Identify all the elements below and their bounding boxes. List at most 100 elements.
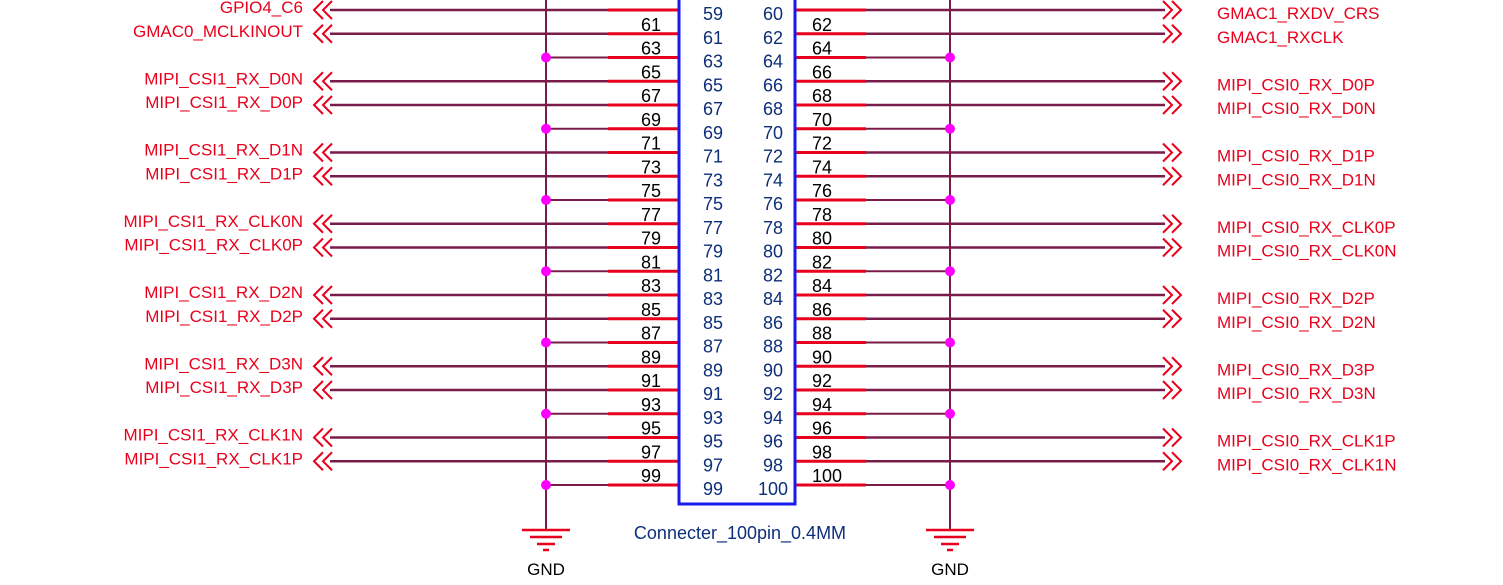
pin-number-left: 69 xyxy=(703,123,723,143)
left-net-label: MIPI_CSI1_RX_CLK0N xyxy=(123,212,303,231)
right-net-label: GMAC1_RXDV_CRS xyxy=(1217,4,1380,23)
left-net-label: MIPI_CSI1_RX_CLK0P xyxy=(124,236,303,255)
pin-number-left: 83 xyxy=(703,289,723,309)
wire-number-left: 97 xyxy=(641,442,661,462)
pin-number-right: 62 xyxy=(763,28,783,48)
wire-number-left: 85 xyxy=(641,300,661,320)
right-net-label: GMAC1_RXCLK xyxy=(1217,28,1344,47)
pin-number-right: 88 xyxy=(763,337,783,357)
wire-number-right: 88 xyxy=(812,324,832,344)
wire-number-left: 71 xyxy=(641,134,661,154)
junction-dot xyxy=(541,266,551,277)
right-net-label: MIPI_CSI0_RX_D1P xyxy=(1217,147,1375,166)
junction-dot xyxy=(541,480,551,490)
wire-number-left: 67 xyxy=(641,86,661,106)
wire-number-left: 83 xyxy=(641,276,661,296)
wire-number-right: 62 xyxy=(812,15,832,35)
wire-number-left: 81 xyxy=(641,252,661,272)
wire-number-left: 91 xyxy=(641,371,661,391)
left-net-label: MIPI_CSI1_RX_CLK1P xyxy=(124,449,303,468)
left-net-label: MIPI_CSI1_RX_D3N xyxy=(144,354,303,373)
left-net-label: MIPI_CSI1_RX_D0N xyxy=(144,69,303,88)
pin-number-left: 97 xyxy=(703,455,723,475)
wire-number-right: 78 xyxy=(812,205,832,225)
pin-number-right: 98 xyxy=(763,455,783,475)
wire-number-right: 96 xyxy=(812,419,832,439)
wire-number-right: 76 xyxy=(812,181,832,201)
right-net-label: MIPI_CSI0_RX_CLK0N xyxy=(1217,242,1397,261)
wire-number-right: 90 xyxy=(812,347,832,367)
left-gnd-label: GND xyxy=(527,560,565,579)
wire-number-left: 63 xyxy=(641,39,661,59)
wire-number-left: 69 xyxy=(641,110,661,130)
pin-number-left: 89 xyxy=(703,360,723,380)
left-net-label: MIPI_CSI1_RX_D3P xyxy=(145,378,303,397)
pin-number-left: 63 xyxy=(703,52,723,72)
right-net-label: MIPI_CSI0_RX_CLK1P xyxy=(1217,432,1396,451)
pin-number-left: 59 xyxy=(703,4,723,24)
schematic-canvas: GPIO4_C6 GMAC1_RXDV_CRS 59 60 GMAC0_MCLKINOU… xyxy=(0,0,1503,585)
wire-number-right: 68 xyxy=(812,86,832,106)
pin-number-right: 86 xyxy=(763,313,783,333)
pin-number-left: 75 xyxy=(703,194,723,214)
right-net-label: MIPI_CSI0_RX_D3N xyxy=(1217,384,1376,403)
wire-number-left: 89 xyxy=(641,347,661,367)
pin-number-right: 74 xyxy=(763,170,783,190)
wire-number-left: 77 xyxy=(641,205,661,225)
wire-number-left: 95 xyxy=(641,419,661,439)
left-net-label: GPIO4_C6 xyxy=(220,0,303,17)
pin-number-right: 72 xyxy=(763,147,783,167)
pin-number-right: 90 xyxy=(763,360,783,380)
wire-number-left: 87 xyxy=(641,324,661,344)
left-net-label: MIPI_CSI1_RX_D0P xyxy=(145,93,303,112)
pin-number-left: 65 xyxy=(703,75,723,95)
pin-number-right: 66 xyxy=(763,75,783,95)
pin-number-left: 93 xyxy=(703,408,723,428)
junction-dot xyxy=(541,195,551,205)
pin-number-left: 81 xyxy=(703,265,723,285)
left-net-label: GMAC0_MCLKINOUT xyxy=(133,22,303,41)
pin-number-right: 60 xyxy=(763,4,783,24)
wire-number-right: 84 xyxy=(812,276,832,296)
pin-number-left: 61 xyxy=(703,28,723,48)
wire-number-left: 61 xyxy=(641,15,661,35)
pin-number-right: 94 xyxy=(763,408,783,428)
right-net-label: MIPI_CSI0_RX_D3P xyxy=(1217,360,1375,379)
right-net-label: MIPI_CSI0_RX_D1N xyxy=(1217,170,1376,189)
right-net-label: MIPI_CSI0_RX_D0N xyxy=(1217,99,1376,118)
right-net-label: MIPI_CSI0_RX_D2P xyxy=(1217,289,1375,308)
wire-number-right: 100 xyxy=(812,466,842,486)
right-net-label: MIPI_CSI0_RX_CLK0P xyxy=(1217,218,1396,237)
right-net-label: MIPI_CSI0_RX_D0P xyxy=(1217,75,1375,94)
junction-dot xyxy=(541,408,551,419)
pin-number-left: 79 xyxy=(703,242,723,262)
wire-number-right: 98 xyxy=(812,442,832,462)
wire-number-left: 99 xyxy=(641,466,661,486)
left-net-label: MIPI_CSI1_RX_D1P xyxy=(145,164,303,183)
pin-number-right: 70 xyxy=(763,123,783,143)
pin-number-right: 80 xyxy=(763,242,783,262)
pin-number-right: 68 xyxy=(763,99,783,119)
pin-number-left: 99 xyxy=(703,479,723,499)
wire-number-left: 73 xyxy=(641,157,661,177)
junction-dot xyxy=(541,52,551,63)
wire-number-left: 75 xyxy=(641,181,661,201)
pin-number-left: 77 xyxy=(703,218,723,238)
wire-number-right: 86 xyxy=(812,300,832,320)
pin-number-left: 91 xyxy=(703,384,723,404)
connector-schematic: GPIO4_C6 GMAC1_RXDV_CRS 59 60 GMAC0_MCLKINOU… xyxy=(123,0,1397,579)
left-net-label: MIPI_CSI1_RX_D1N xyxy=(144,141,303,160)
wire-number-right: 72 xyxy=(812,134,832,154)
wire-number-left: 79 xyxy=(641,229,661,249)
pin-number-right: 78 xyxy=(763,218,783,238)
wire-number-right: 92 xyxy=(812,371,832,391)
labels-layer: GPIO4_C6 GMAC1_RXDV_CRS 59 60 GMAC0_MCLKINOU… xyxy=(123,0,1396,579)
ground-icon xyxy=(926,528,974,552)
wire-number-right: 80 xyxy=(812,229,832,249)
pin-number-left: 67 xyxy=(703,99,723,119)
wires-layer xyxy=(312,0,1183,487)
left-net-label: MIPI_CSI1_RX_CLK1N xyxy=(123,426,303,445)
junction-dot xyxy=(945,337,955,348)
junction-dot xyxy=(945,266,955,277)
ground-icon xyxy=(522,528,570,552)
